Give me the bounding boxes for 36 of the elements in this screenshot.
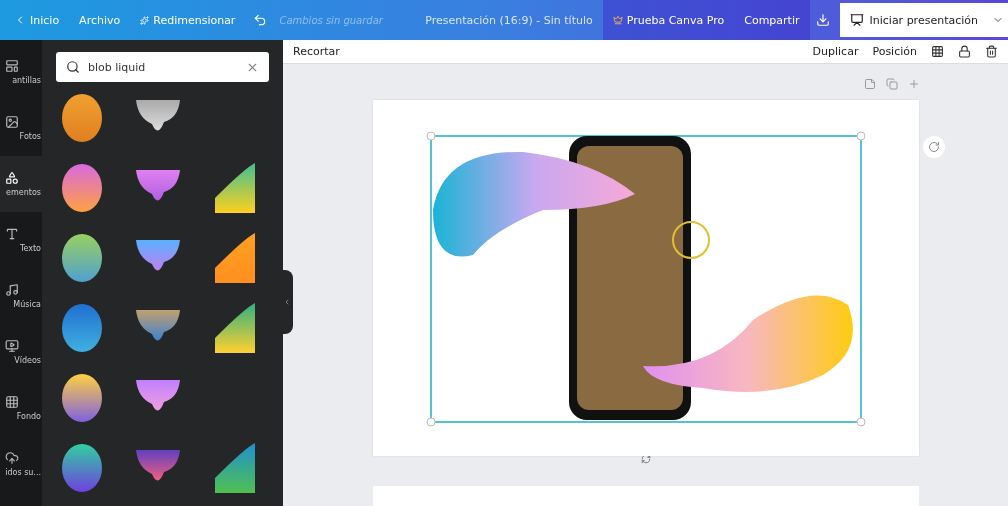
undo-icon[interactable] <box>253 13 268 27</box>
sidebar-item[interactable]: Texto <box>0 212 42 268</box>
trash-icon[interactable] <box>985 45 998 58</box>
search-bar[interactable]: blob liquid <box>56 52 269 82</box>
sidebar-item[interactable]: ementos <box>0 156 42 212</box>
sidebar-icon <box>5 115 19 129</box>
crown-icon <box>612 15 623 25</box>
refresh-icon[interactable] <box>640 454 651 464</box>
sparkle-icon <box>140 15 150 25</box>
sidebar-item[interactable]: Fotos <box>0 100 42 156</box>
sidebar-icon <box>5 283 19 297</box>
toolbar-button[interactable]: Recortar <box>293 45 340 58</box>
sidebar-icon <box>5 227 19 241</box>
search-icon <box>66 60 80 74</box>
sidebar-item[interactable]: antillas <box>0 44 42 100</box>
rotate-icon[interactable] <box>922 136 945 158</box>
sidebar-item[interactable]: Vídeos <box>0 324 42 380</box>
sidebar-icon <box>5 451 19 465</box>
present-button[interactable]: Iniciar presentación <box>839 3 988 37</box>
sidebar-item[interactable]: idos su... <box>0 436 42 492</box>
sidebar-icon <box>5 59 19 73</box>
pro-trial-button[interactable]: Prueba Canva Pro <box>602 0 735 40</box>
sidebar-icon <box>5 395 19 409</box>
sidebar-icon <box>5 339 19 353</box>
sidebar-icon <box>5 171 19 185</box>
share-button[interactable]: Compartir <box>734 0 810 40</box>
download-icon[interactable] <box>815 13 830 27</box>
sidebar-item[interactable]: Música <box>0 268 42 324</box>
document-title: Presentación (16:9) - Sin título <box>425 13 593 27</box>
lock-icon[interactable] <box>958 45 971 58</box>
collapse-handle[interactable] <box>281 270 293 334</box>
save-status: Cambios sin guardar <box>279 14 383 26</box>
presentation-icon <box>849 13 864 27</box>
sidebar-item[interactable]: Fondo <box>0 380 42 436</box>
toolbar-button[interactable]: Posición <box>872 45 917 58</box>
toolbar-button[interactable]: Duplicar <box>812 45 859 58</box>
